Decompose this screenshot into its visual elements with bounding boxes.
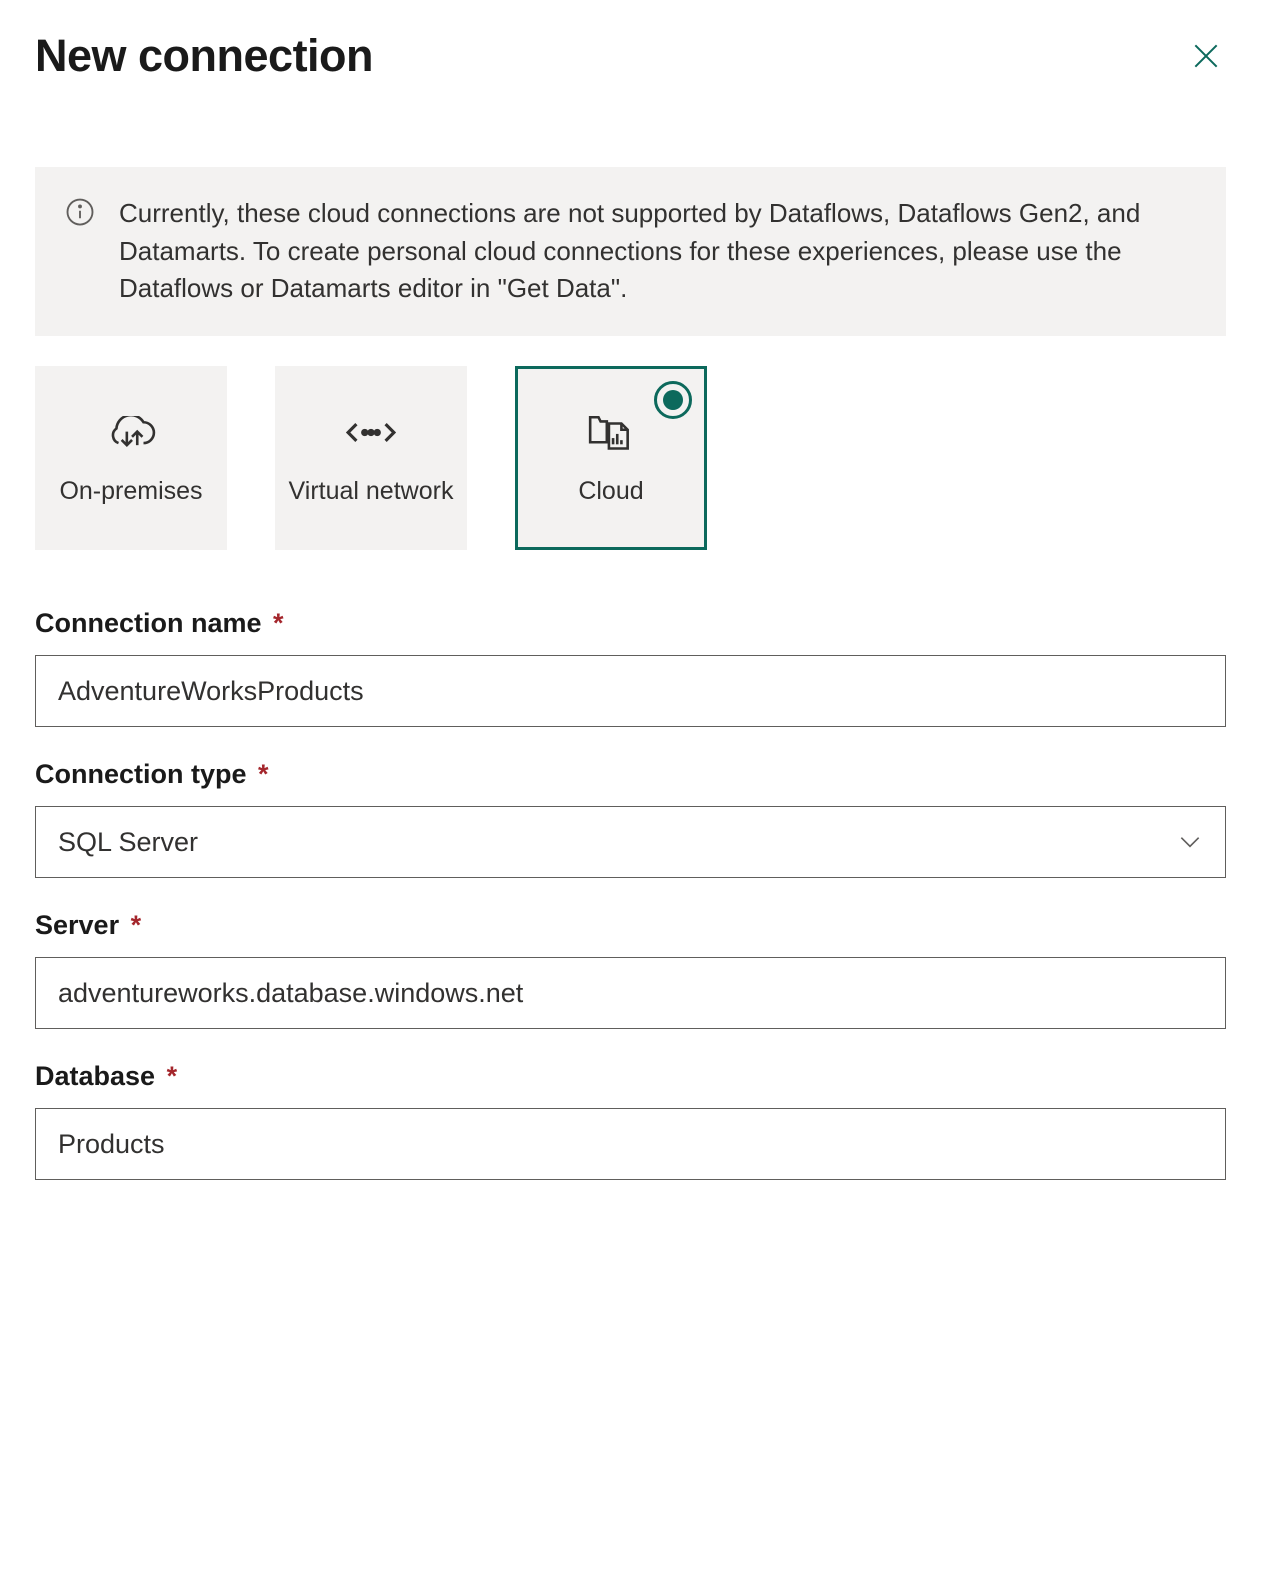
tile-cloud[interactable]: Cloud bbox=[515, 366, 707, 550]
connection-type-label: Connection type * bbox=[35, 759, 1226, 790]
database-group: Database * bbox=[35, 1061, 1226, 1180]
select-value: SQL Server bbox=[58, 827, 198, 858]
connection-name-label: Connection name * bbox=[35, 608, 1226, 639]
connection-type-tiles: On-premises Virtual network bbox=[35, 366, 1226, 550]
tile-virtual-network[interactable]: Virtual network bbox=[275, 366, 467, 550]
server-input[interactable] bbox=[35, 957, 1226, 1029]
server-label: Server * bbox=[35, 910, 1226, 941]
connection-name-group: Connection name * bbox=[35, 608, 1226, 727]
close-icon bbox=[1190, 40, 1222, 72]
info-icon bbox=[65, 197, 95, 227]
server-group: Server * bbox=[35, 910, 1226, 1029]
required-indicator: * bbox=[167, 1061, 178, 1091]
page-title: New connection bbox=[35, 30, 373, 82]
cloud-file-icon bbox=[586, 407, 636, 457]
required-indicator: * bbox=[131, 910, 142, 940]
tile-label: On-premises bbox=[59, 475, 202, 509]
tile-label: Virtual network bbox=[289, 475, 454, 509]
required-indicator: * bbox=[258, 759, 269, 789]
connection-type-group: Connection type * SQL Server bbox=[35, 759, 1226, 878]
selected-indicator bbox=[654, 381, 692, 419]
close-button[interactable] bbox=[1186, 36, 1226, 76]
cloud-download-icon bbox=[106, 407, 156, 457]
dialog-header: New connection bbox=[35, 30, 1226, 82]
connection-type-select[interactable]: SQL Server bbox=[35, 806, 1226, 878]
network-icon bbox=[346, 407, 396, 457]
tile-label: Cloud bbox=[578, 475, 643, 509]
info-banner: Currently, these cloud connections are n… bbox=[35, 167, 1226, 336]
database-input[interactable] bbox=[35, 1108, 1226, 1180]
info-text: Currently, these cloud connections are n… bbox=[119, 195, 1196, 308]
database-label: Database * bbox=[35, 1061, 1226, 1092]
required-indicator: * bbox=[273, 608, 284, 638]
chevron-down-icon bbox=[1177, 829, 1203, 855]
connection-name-input[interactable] bbox=[35, 655, 1226, 727]
tile-on-premises[interactable]: On-premises bbox=[35, 366, 227, 550]
